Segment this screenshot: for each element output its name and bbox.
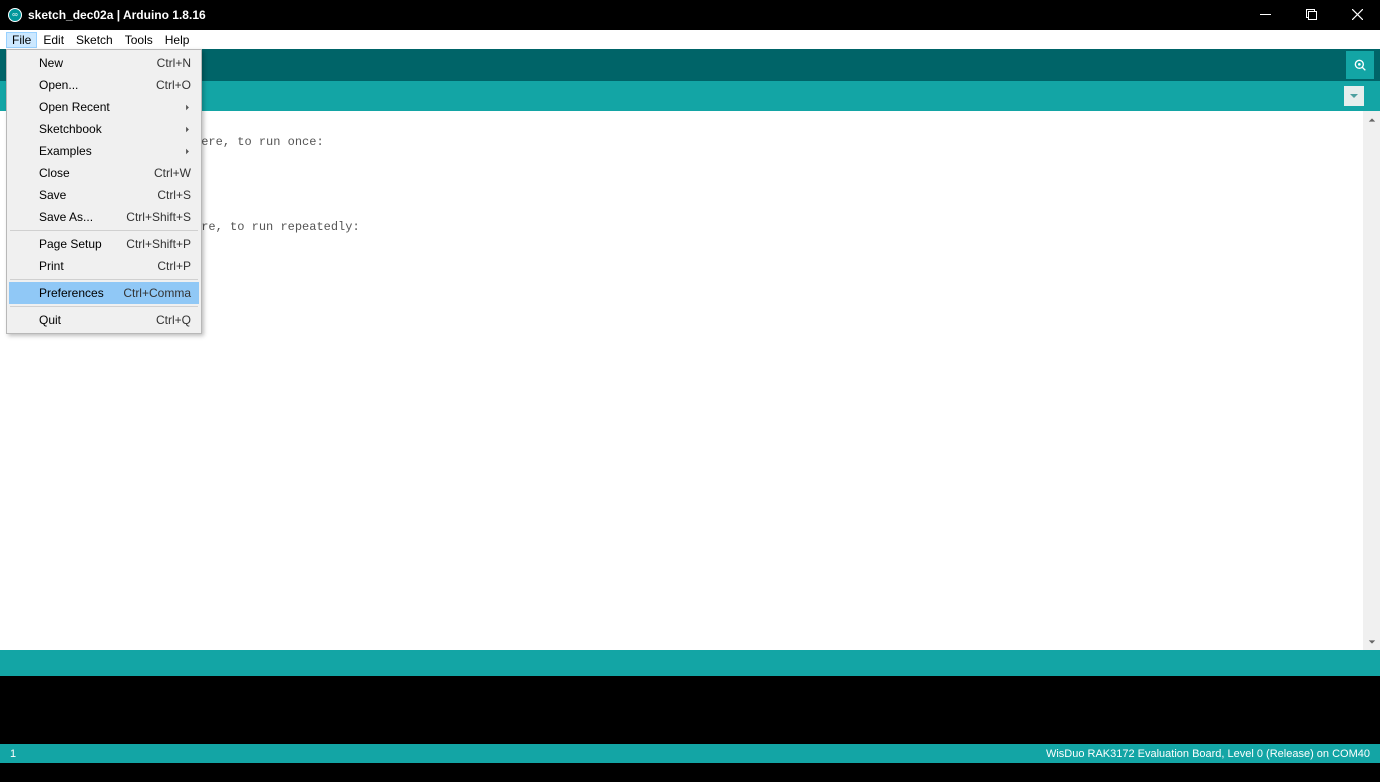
menu-edit[interactable]: Edit [37, 32, 70, 48]
menu-item-shortcut: Ctrl+N [157, 56, 191, 70]
menu-item-label: Open Recent [39, 100, 191, 114]
menu-item-label: Save As... [39, 210, 126, 224]
menu-item-label: Print [39, 259, 157, 273]
tab-menu-button[interactable] [1344, 86, 1364, 106]
menu-item-shortcut: Ctrl+P [157, 259, 191, 273]
menu-item-open-recent[interactable]: Open Recent [9, 96, 199, 118]
scroll-down-button[interactable] [1363, 633, 1380, 650]
arduino-icon: ∞ [8, 8, 22, 22]
file-menu-dropdown: NewCtrl+NOpen...Ctrl+OOpen RecentSketchb… [6, 49, 202, 334]
vertical-scrollbar[interactable] [1363, 111, 1380, 650]
console-area: 1 WisDuo RAK3172 Evaluation Board, Level… [0, 676, 1380, 763]
menu-item-label: Sketchbook [39, 122, 191, 136]
menu-item-shortcut: Ctrl+Shift+S [126, 210, 191, 224]
menu-separator [10, 230, 198, 231]
menu-item-shortcut: Ctrl+Comma [123, 286, 191, 300]
serial-monitor-button[interactable] [1346, 51, 1374, 79]
menu-item-label: Preferences [39, 286, 123, 300]
menu-item-label: Page Setup [39, 237, 126, 251]
menu-item-save-as[interactable]: Save As...Ctrl+Shift+S [9, 206, 199, 228]
menu-item-print[interactable]: PrintCtrl+P [9, 255, 199, 277]
menu-item-sketchbook[interactable]: Sketchbook [9, 118, 199, 140]
bottom-statusbar: 1 WisDuo RAK3172 Evaluation Board, Level… [0, 744, 1380, 763]
board-info: WisDuo RAK3172 Evaluation Board, Level 0… [1046, 748, 1370, 760]
menu-item-label: New [39, 56, 157, 70]
chevron-right-icon [184, 100, 191, 114]
menu-item-shortcut: Ctrl+W [154, 166, 191, 180]
menu-tools[interactable]: Tools [119, 32, 159, 48]
scroll-up-button[interactable] [1363, 111, 1380, 128]
menu-item-save[interactable]: SaveCtrl+S [9, 184, 199, 206]
menu-item-new[interactable]: NewCtrl+N [9, 52, 199, 74]
menu-sketch[interactable]: Sketch [70, 32, 119, 48]
menu-separator [10, 306, 198, 307]
editor-area: void setup() { // put your setup code he… [0, 111, 1380, 650]
menu-item-preferences[interactable]: PreferencesCtrl+Comma [9, 282, 199, 304]
menu-item-shortcut: Ctrl+S [157, 188, 191, 202]
menu-item-label: Save [39, 188, 157, 202]
minimize-button[interactable] [1242, 0, 1288, 29]
menu-item-shortcut: Ctrl+O [156, 78, 191, 92]
menu-item-close[interactable]: CloseCtrl+W [9, 162, 199, 184]
menu-file[interactable]: File [6, 32, 37, 48]
menu-item-shortcut: Ctrl+Shift+P [126, 237, 191, 251]
menu-item-open[interactable]: Open...Ctrl+O [9, 74, 199, 96]
window-controls [1242, 0, 1380, 29]
line-number: 1 [10, 748, 16, 760]
menu-item-label: Close [39, 166, 154, 180]
status-strip [0, 650, 1380, 676]
menu-separator [10, 279, 198, 280]
chevron-right-icon [184, 144, 191, 158]
menu-item-examples[interactable]: Examples [9, 140, 199, 162]
menu-item-page-setup[interactable]: Page SetupCtrl+Shift+P [9, 233, 199, 255]
maximize-button[interactable] [1288, 0, 1334, 29]
window-title: sketch_dec02a | Arduino 1.8.16 [28, 8, 206, 22]
chevron-right-icon [184, 122, 191, 136]
menu-item-label: Quit [39, 313, 156, 327]
close-button[interactable] [1334, 0, 1380, 29]
menu-item-quit[interactable]: QuitCtrl+Q [9, 309, 199, 331]
menu-help[interactable]: Help [159, 32, 196, 48]
titlebar: ∞ sketch_dec02a | Arduino 1.8.16 [0, 0, 1380, 29]
toolbar [0, 49, 1380, 81]
menu-item-shortcut: Ctrl+Q [156, 313, 191, 327]
menu-item-label: Open... [39, 78, 156, 92]
menu-item-label: Examples [39, 144, 191, 158]
menubar: File Edit Sketch Tools Help [0, 29, 1380, 49]
tabbar: sketch_dec02a [0, 81, 1380, 111]
